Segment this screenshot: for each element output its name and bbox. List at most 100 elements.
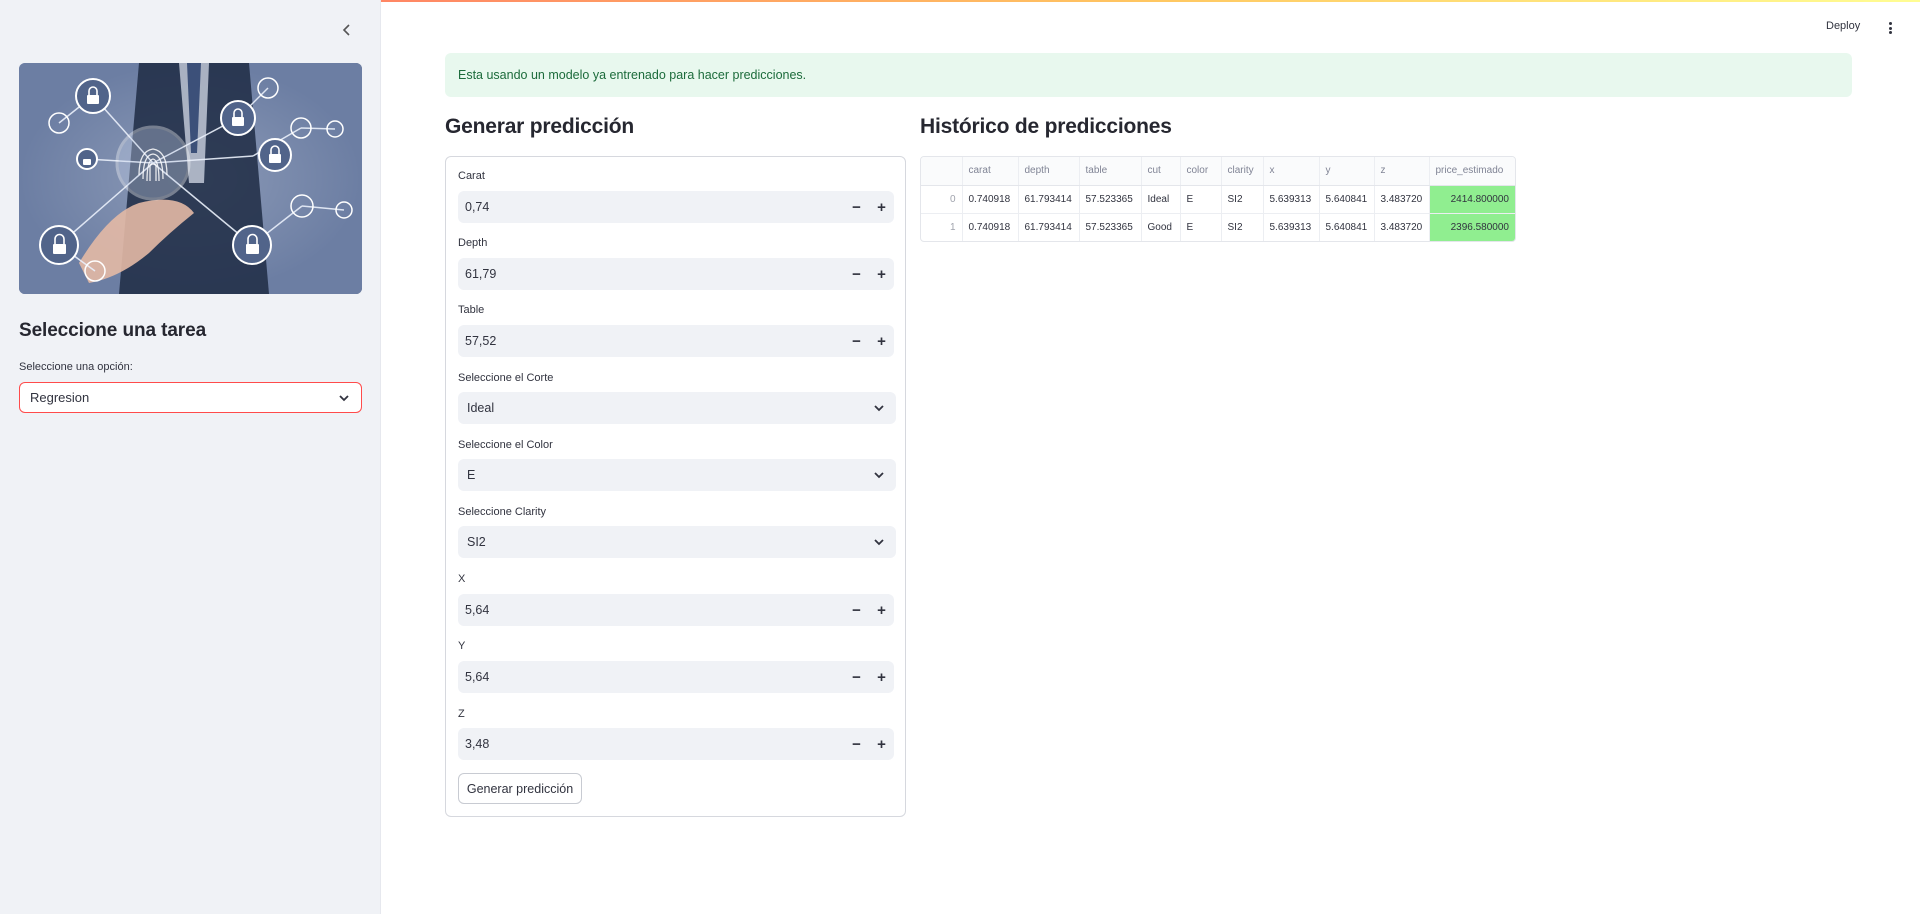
task-select-label: Seleccione una opción: xyxy=(19,361,133,373)
plus-icon: + xyxy=(877,668,886,686)
sidebar-heading: Seleccione una tarea xyxy=(19,320,207,341)
cell-clarity[interactable]: SI2 xyxy=(1221,213,1264,241)
corte-select[interactable]: Ideal xyxy=(458,392,896,424)
cell-cut[interactable]: Ideal xyxy=(1141,185,1181,214)
cell-x[interactable]: 5.639313 xyxy=(1263,185,1320,214)
column-header-depth[interactable]: depth xyxy=(1018,157,1080,186)
plus-icon: + xyxy=(877,735,886,753)
fingerprint-network-illustration xyxy=(19,63,362,294)
minus-icon: − xyxy=(852,332,861,350)
sidebar: Seleccione una tarea Seleccione una opci… xyxy=(0,0,381,914)
table-input[interactable]: 57,52 − + xyxy=(458,325,894,357)
cell-y[interactable]: 5.640841 xyxy=(1319,213,1375,241)
cell-table[interactable]: 57.523365 xyxy=(1079,185,1142,214)
column-header-clarity[interactable]: clarity xyxy=(1221,157,1264,186)
main-menu-button[interactable] xyxy=(1884,20,1896,36)
x-value: 5,64 xyxy=(465,603,490,617)
column-header-color[interactable]: color xyxy=(1180,157,1222,186)
column-header-price-estimado[interactable]: price_estimado xyxy=(1429,157,1515,186)
history-title: Histórico de predicciones xyxy=(920,115,1172,138)
cell-x[interactable]: 5.639313 xyxy=(1263,213,1320,241)
table-decrement-button[interactable]: − xyxy=(844,325,869,357)
task-select[interactable]: Regresion xyxy=(19,382,362,413)
y-value: 5,64 xyxy=(465,670,490,684)
minus-icon: − xyxy=(852,265,861,283)
minus-icon: − xyxy=(852,735,861,753)
column-header-carat[interactable]: carat xyxy=(962,157,1019,186)
collapse-sidebar-button[interactable] xyxy=(337,18,357,42)
cell-depth[interactable]: 61.793414 xyxy=(1018,213,1080,241)
y-label: Y xyxy=(458,640,466,652)
table-row: 1 0.740918 61.793414 57.523365 Good E SI… xyxy=(921,213,1515,241)
table-row: 0 0.740918 61.793414 57.523365 Ideal E S… xyxy=(921,185,1515,214)
history-table: carat depth table cut color clarity x y … xyxy=(920,156,1516,242)
depth-decrement-button[interactable]: − xyxy=(844,258,869,290)
depth-input[interactable]: 61,79 − + xyxy=(458,258,894,290)
z-decrement-button[interactable]: − xyxy=(844,728,869,760)
z-value: 3,48 xyxy=(465,737,490,751)
clarity-label: Seleccione Clarity xyxy=(458,506,547,518)
row-index[interactable]: 0 xyxy=(921,185,963,214)
dot-icon xyxy=(1888,22,1892,25)
cell-color[interactable]: E xyxy=(1180,185,1222,214)
y-increment-button[interactable]: + xyxy=(869,661,894,693)
deploy-button[interactable]: Deploy xyxy=(1826,20,1860,32)
depth-value: 61,79 xyxy=(465,267,497,281)
carat-decrement-button[interactable]: − xyxy=(844,191,869,223)
row-index[interactable]: 1 xyxy=(921,213,963,241)
column-header-table[interactable]: table xyxy=(1079,157,1142,186)
column-header-y[interactable]: y xyxy=(1319,157,1375,186)
table-header-row: carat depth table cut color clarity x y … xyxy=(921,157,1515,186)
cell-table[interactable]: 57.523365 xyxy=(1079,213,1142,241)
x-increment-button[interactable]: + xyxy=(869,594,894,626)
chevron-down-icon xyxy=(874,405,884,412)
carat-input[interactable]: 0,74 − + xyxy=(458,191,894,223)
cell-carat[interactable]: 0.740918 xyxy=(962,185,1019,214)
column-header-z[interactable]: z xyxy=(1374,157,1430,186)
cell-clarity[interactable]: SI2 xyxy=(1221,185,1264,214)
column-header-x[interactable]: x xyxy=(1263,157,1320,186)
depth-label: Depth xyxy=(458,237,488,249)
color-label: Seleccione el Color xyxy=(458,439,553,451)
info-alert-text: Esta usando un modelo ya entrenado para … xyxy=(458,68,807,82)
corte-value: Ideal xyxy=(467,401,495,415)
z-increment-button[interactable]: + xyxy=(869,728,894,760)
carat-value: 0,74 xyxy=(465,200,490,214)
cell-price-estimado[interactable]: 2414.800000 xyxy=(1429,185,1515,214)
table-label: Table xyxy=(458,304,485,316)
color-select[interactable]: E xyxy=(458,459,896,491)
column-header-cut[interactable]: cut xyxy=(1141,157,1181,186)
table-value: 57,52 xyxy=(465,334,497,348)
table-increment-button[interactable]: + xyxy=(869,325,894,357)
cell-color[interactable]: E xyxy=(1180,213,1222,241)
plus-icon: + xyxy=(877,601,886,619)
clarity-select[interactable]: SI2 xyxy=(458,526,896,558)
x-input[interactable]: 5,64 − + xyxy=(458,594,894,626)
generate-prediction-button[interactable]: Generar predicción xyxy=(458,773,582,804)
carat-increment-button[interactable]: + xyxy=(869,191,894,223)
cell-z[interactable]: 3.483720 xyxy=(1374,213,1430,241)
chevron-down-icon xyxy=(874,472,884,479)
cell-carat[interactable]: 0.740918 xyxy=(962,213,1019,241)
cell-y[interactable]: 5.640841 xyxy=(1319,185,1375,214)
column-header-index[interactable] xyxy=(921,157,963,186)
minus-icon: − xyxy=(852,198,861,216)
security-hero-image xyxy=(19,63,362,294)
minus-icon: − xyxy=(852,668,861,686)
cell-price-estimado[interactable]: 2396.580000 xyxy=(1429,213,1515,241)
z-label: Z xyxy=(458,708,465,720)
chevron-down-icon xyxy=(339,394,349,401)
cell-z[interactable]: 3.483720 xyxy=(1374,185,1430,214)
y-input[interactable]: 5,64 − + xyxy=(458,661,894,693)
cell-cut[interactable]: Good xyxy=(1141,213,1181,241)
z-input[interactable]: 3,48 − + xyxy=(458,728,894,760)
plus-icon: + xyxy=(877,332,886,350)
chevron-left-icon xyxy=(342,24,350,36)
x-label: X xyxy=(458,573,466,585)
cell-depth[interactable]: 61.793414 xyxy=(1018,185,1080,214)
x-decrement-button[interactable]: − xyxy=(844,594,869,626)
dot-icon xyxy=(1888,31,1892,34)
depth-increment-button[interactable]: + xyxy=(869,258,894,290)
y-decrement-button[interactable]: − xyxy=(844,661,869,693)
chevron-down-icon xyxy=(874,539,884,546)
